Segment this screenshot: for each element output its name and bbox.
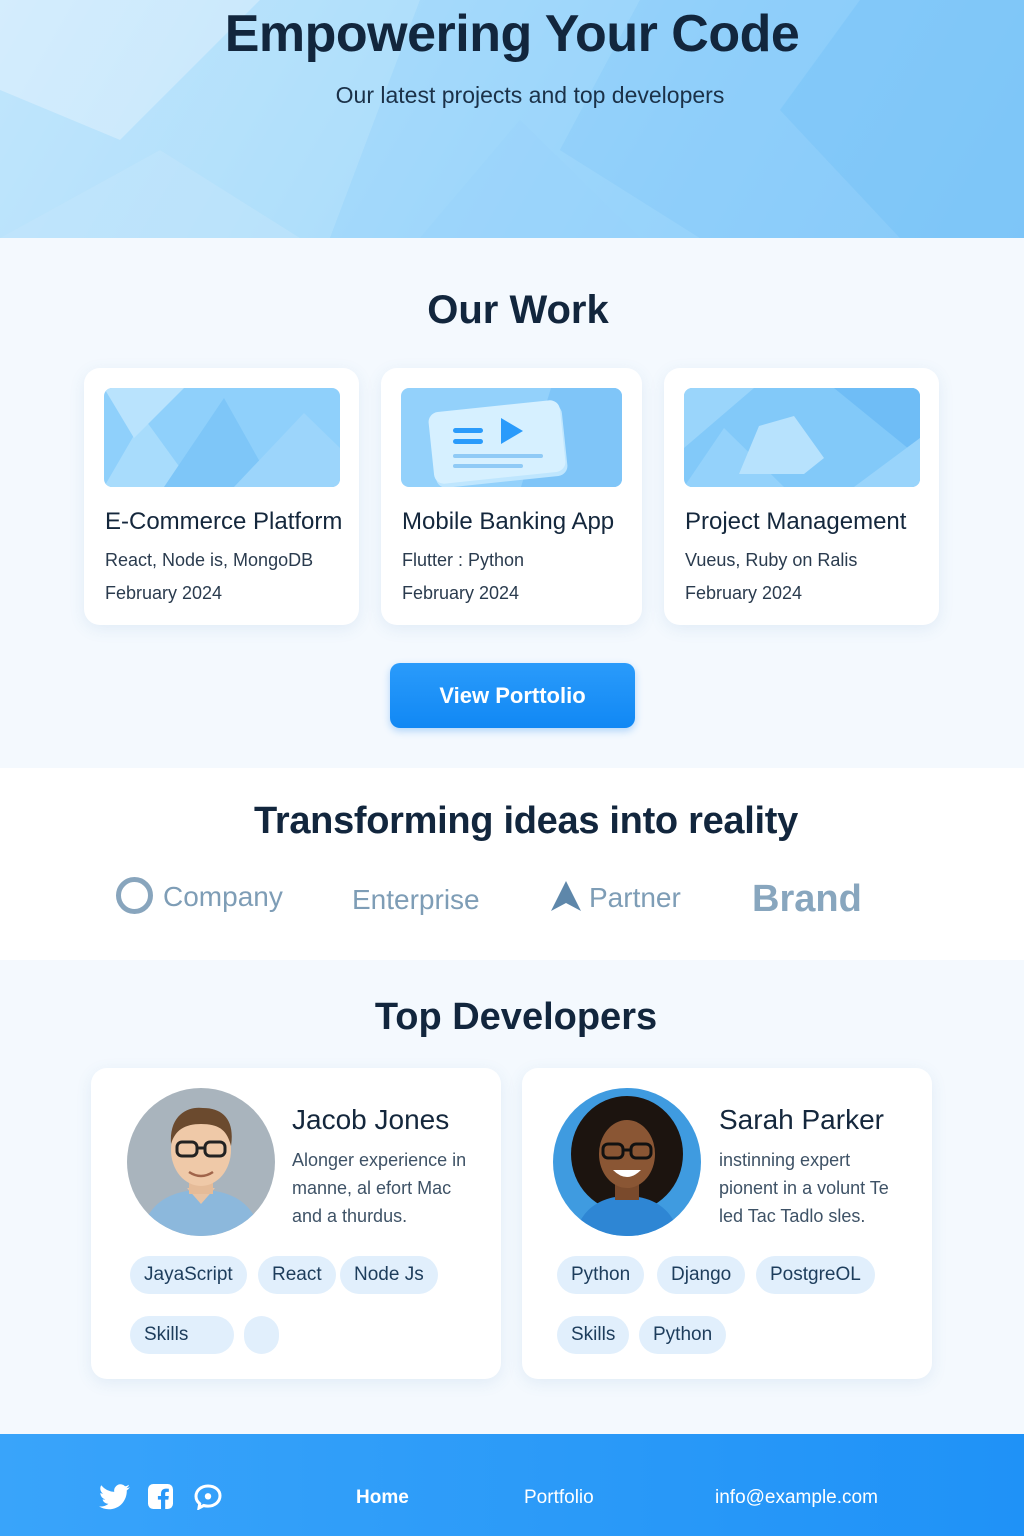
hero-banner: Empowering Your Code Our latest projects… bbox=[0, 0, 1024, 238]
footer-link-portfolio[interactable]: Portfolio bbox=[524, 1487, 594, 1509]
footer-email-link[interactable]: info@example.com bbox=[715, 1487, 878, 1509]
skill-tag[interactable]: Skills bbox=[130, 1316, 234, 1354]
skill-tag[interactable]: Python bbox=[639, 1316, 727, 1354]
project-date: February 2024 bbox=[402, 583, 520, 603]
avatar bbox=[127, 1088, 275, 1236]
developer-bio: instinning expert pionent in a volunt Te… bbox=[719, 1150, 889, 1226]
project-stack: Flutter : Python bbox=[402, 550, 525, 570]
skill-tag[interactable]: Django bbox=[657, 1256, 746, 1294]
project-title: E-Commerce Platform bbox=[105, 508, 343, 535]
project-thumbnail bbox=[401, 388, 622, 487]
chat-icon[interactable] bbox=[194, 1484, 222, 1515]
developers-title: Top Developers bbox=[374, 996, 658, 1038]
developer-bio: Alonger experience in manne, al efort Ma… bbox=[292, 1150, 467, 1226]
avatar bbox=[553, 1088, 701, 1236]
developer-name: Jacob Jones bbox=[292, 1104, 450, 1135]
circle-icon bbox=[116, 877, 153, 914]
facebook-icon[interactable] bbox=[148, 1484, 173, 1514]
project-thumbnail bbox=[104, 388, 340, 487]
enterprise-logo-text: Enterprise bbox=[352, 884, 480, 915]
project-thumbnail bbox=[684, 388, 920, 487]
enterprise-logo: Enterprise bbox=[352, 884, 480, 916]
footer: Home Portfolio info@example.com bbox=[0, 1434, 1024, 1536]
project-card-ecommerce[interactable]: E-Commerce Platform React, Node is, Mong… bbox=[84, 368, 359, 625]
skill-tag[interactable]: PostgreOL bbox=[756, 1256, 875, 1294]
hero-title: Empowering Your Code bbox=[224, 5, 800, 63]
hero-subtitle: Our latest projects and top developers bbox=[335, 82, 725, 108]
arrow-up-icon bbox=[551, 880, 581, 911]
skill-tag[interactable]: React bbox=[258, 1256, 336, 1294]
view-portfolio-button[interactable]: View Porttolio bbox=[390, 663, 635, 728]
footer-link-home[interactable]: Home bbox=[356, 1487, 409, 1509]
clients-title: Transforming ideas into reality bbox=[254, 800, 798, 842]
developer-name: Sarah Parker bbox=[719, 1104, 884, 1135]
project-title: Project Management bbox=[685, 508, 907, 535]
developer-card[interactable]: Jacob Jones Alonger experience in manne,… bbox=[91, 1068, 501, 1379]
developer-card[interactable]: Sarah Parker instinning expert pionent i… bbox=[522, 1068, 932, 1379]
clients-section: Transforming ideas into reality Company … bbox=[0, 768, 1024, 960]
brand-logo-text: Brand bbox=[752, 878, 862, 920]
skill-tag[interactable]: Skills bbox=[557, 1316, 630, 1354]
project-card-banking[interactable]: Mobile Banking App Flutter : Python Febr… bbox=[381, 368, 642, 625]
skill-tag-empty[interactable] bbox=[244, 1316, 279, 1354]
skill-tag[interactable]: Python bbox=[557, 1256, 645, 1294]
top-developers-section: Top Developers Jacob Jones Alonger exper… bbox=[0, 960, 1024, 1434]
company-logo: Company bbox=[116, 877, 283, 917]
partner-logo: Partner bbox=[551, 880, 681, 916]
brand-logo: Brand bbox=[752, 878, 862, 921]
project-card-management[interactable]: Project Management Vueus, Ruby on Ralis … bbox=[664, 368, 939, 625]
project-date: February 2024 bbox=[105, 583, 223, 603]
twitter-icon[interactable] bbox=[99, 1484, 130, 1515]
skill-tag[interactable]: Node Js bbox=[340, 1256, 438, 1294]
our-work-section: Our Work E-Commerce Platform React, Node… bbox=[0, 238, 1024, 768]
project-stack: React, Node is, MongoDB bbox=[105, 550, 314, 570]
project-title: Mobile Banking App bbox=[402, 508, 615, 535]
our-work-title: Our Work bbox=[427, 288, 609, 332]
project-stack: Vueus, Ruby on Ralis bbox=[685, 550, 858, 570]
project-date: February 2024 bbox=[685, 583, 803, 603]
skill-tag[interactable]: JayaScript bbox=[130, 1256, 247, 1294]
company-logo-text: Company bbox=[163, 880, 283, 912]
partner-logo-text: Partner bbox=[589, 882, 681, 913]
